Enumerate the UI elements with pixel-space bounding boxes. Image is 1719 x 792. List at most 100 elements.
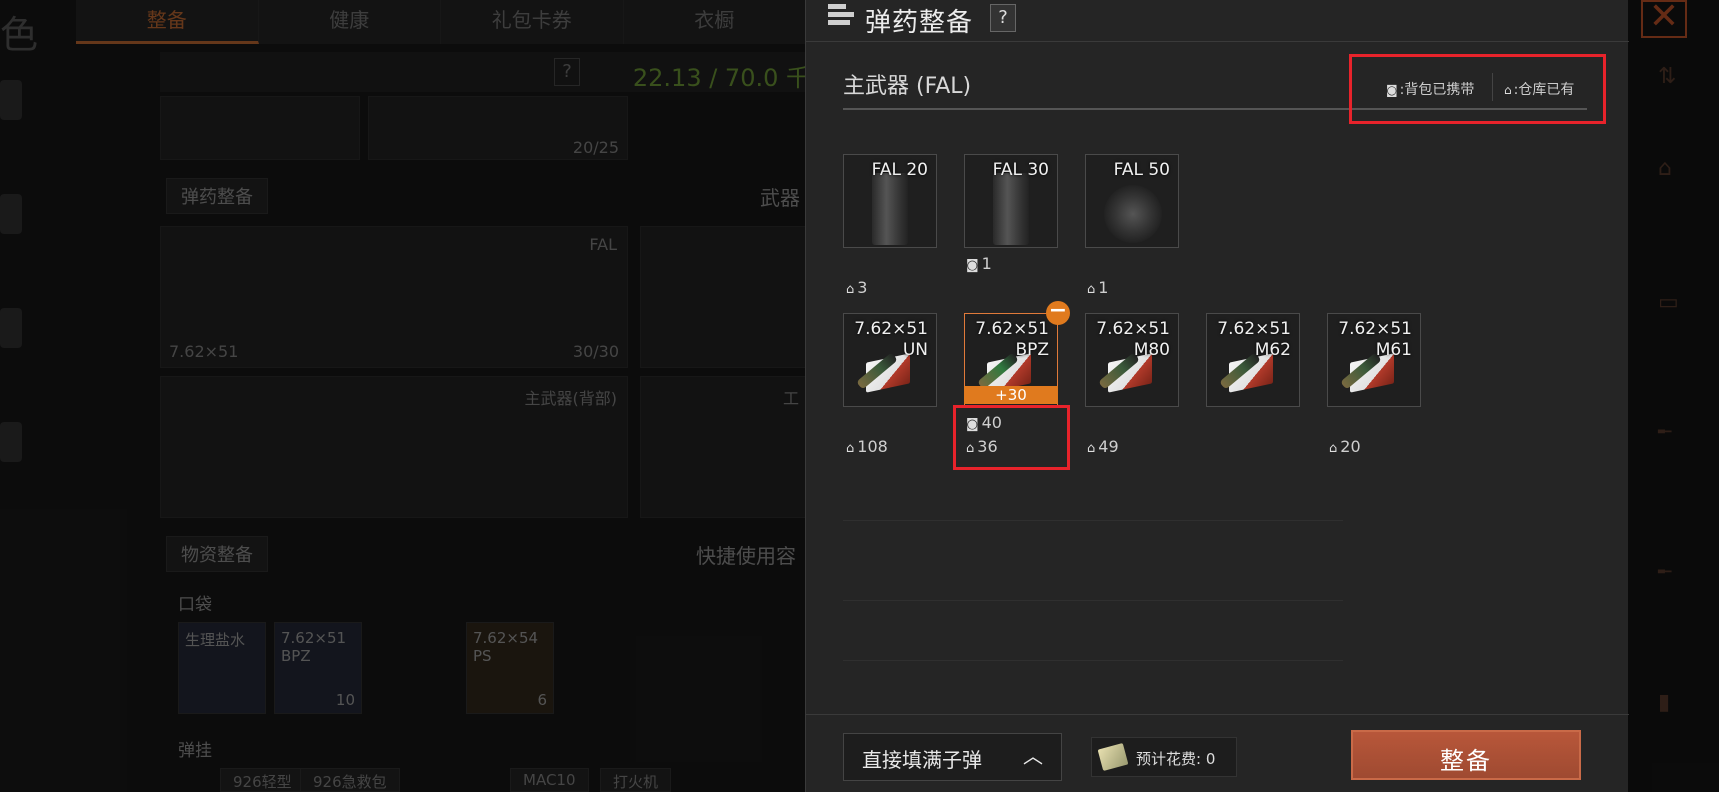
rifle-icon[interactable]: ╾ — [1658, 560, 1686, 585]
warehouse-count: ⌂ 108 — [846, 437, 888, 456]
card-caliber: 7.62×51 — [975, 319, 1049, 339]
legend-divider — [1492, 73, 1493, 101]
tab-wardrobe[interactable]: 衣橱 — [624, 0, 806, 44]
backpack-count: ◙ 1 — [966, 254, 992, 273]
item-count: 6 — [537, 691, 547, 709]
legend-warehouse-label: 仓库已有 — [1518, 82, 1575, 98]
rig-icon[interactable]: ▭ — [1658, 290, 1686, 315]
nav-icon[interactable] — [0, 194, 22, 234]
ammo-card-m61[interactable]: 7.62×51 M61 — [1327, 313, 1421, 407]
legend-highlight: ◙:背包已携带 ⌂:仓库已有 — [1349, 54, 1606, 124]
tab-loadout[interactable]: 整备 — [76, 0, 259, 44]
remove-button[interactable]: − — [1046, 300, 1070, 325]
item-name: 7.62×51 BPZ — [281, 629, 347, 665]
nav-icon[interactable] — [0, 308, 22, 348]
page-title: 色 — [0, 13, 39, 57]
bottom-tag[interactable]: 打火机 — [600, 768, 672, 792]
home-icon: ⌂ — [966, 441, 975, 456]
rifle-icon[interactable]: ╾ — [1658, 420, 1686, 445]
home-icon: ⌂ — [1087, 441, 1096, 456]
card-ammo-type: M62 — [1254, 340, 1291, 360]
equipment-slot[interactable] — [160, 96, 360, 160]
mag-card-fal20[interactable]: FAL 20 — [843, 154, 937, 248]
pocket-label: 口袋 — [178, 595, 212, 615]
bottom-tag[interactable]: 926急救包 — [300, 768, 400, 792]
primary-weapon-slot[interactable]: FAL 7.62×51 30/30 — [160, 226, 628, 368]
home-icon[interactable]: ⌂ — [1658, 156, 1686, 181]
ammo-stack-icon — [828, 4, 858, 32]
ammo-card-un[interactable]: 7.62×51 UN — [843, 313, 937, 407]
home-icon: ⌂ — [1329, 441, 1338, 456]
back-weapon-slot[interactable]: 主武器(背部) — [160, 376, 628, 518]
sort-icon[interactable]: ⇅ — [1658, 64, 1686, 89]
card-ammo-type: M61 — [1375, 340, 1412, 360]
divider — [843, 520, 1343, 521]
weapon-name: FAL — [589, 235, 617, 254]
warehouse-count: ⌂ 36 — [966, 437, 998, 456]
divider — [843, 600, 1343, 601]
pocket-item[interactable]: 7.62×51 BPZ 10 — [274, 622, 362, 714]
modal-title: 弹药整备 — [865, 8, 974, 38]
weapons-header: 武器 — [760, 186, 800, 210]
supply-loadout-button[interactable]: 物资整备 — [166, 536, 268, 572]
tab-health[interactable]: 健康 — [259, 0, 441, 44]
cash-icon — [1097, 743, 1129, 771]
backpack-icon: ◙ — [1386, 83, 1398, 97]
weight-bar: ? 22.13 / 70.0 千 — [160, 52, 810, 92]
card-ammo-type: BPZ — [1015, 340, 1049, 360]
card-caliber: 7.62×51 — [1217, 319, 1291, 339]
item-count: 10 — [335, 691, 355, 709]
card-ammo-type: UN — [902, 340, 928, 360]
tab-gifts[interactable]: 礼包卡券 — [441, 0, 624, 44]
nav-icon[interactable] — [0, 80, 22, 120]
pocket-item[interactable]: 生理盐水 — [178, 622, 266, 714]
bottom-tag[interactable]: MAC10 — [510, 768, 589, 792]
nav-icon[interactable] — [0, 422, 22, 462]
card-label: FAL 50 — [1113, 160, 1170, 180]
modal-header: 弹药整备 ? — [806, 0, 1629, 42]
slot-label: 工 — [782, 389, 799, 408]
pocket-item[interactable]: 7.62×54 PS 6 — [466, 622, 554, 714]
rig-label: 弹挂 — [178, 741, 212, 761]
magazine-image — [993, 173, 1029, 245]
magazine-image — [872, 173, 908, 245]
equip-button[interactable]: 整备 — [1351, 730, 1581, 780]
card-ammo-type: M80 — [1133, 340, 1170, 360]
item-name: 生理盐水 — [185, 631, 246, 649]
left-icon-rail — [0, 80, 30, 536]
card-caliber: 7.62×51 — [854, 319, 928, 339]
magazine-icon[interactable]: ▮ — [1658, 690, 1686, 715]
secondary-weapon-slot[interactable] — [640, 226, 810, 368]
home-icon: ⌂ — [1504, 83, 1512, 97]
bottom-tag[interactable]: 926轻型 — [220, 768, 305, 792]
backpack-icon: ◙ — [966, 258, 979, 273]
drum-magazine-image — [1104, 185, 1162, 243]
card-label: FAL 30 — [992, 160, 1049, 180]
close-button[interactable]: ✕ — [1641, 0, 1687, 38]
ammo-card-m80[interactable]: 7.62×51 M80 — [1085, 313, 1179, 407]
home-icon: ⌂ — [1087, 282, 1096, 297]
ammo-loadout-modal: 弹药整备 ? 主武器 (FAL) ◙:背包已携带 ⌂:仓库已有 FAL 20 ⌂… — [805, 0, 1629, 792]
ammo-card-m62[interactable]: 7.62×51 M62 — [1206, 313, 1300, 407]
tool-slot[interactable]: 工 — [640, 376, 810, 518]
help-button[interactable]: ? — [990, 4, 1016, 32]
tab-bar: 整备 健康 礼包卡券 衣橱 — [76, 0, 806, 44]
backpack-count: ◙ 40 — [966, 413, 1002, 432]
weapon-caliber: 7.62×51 — [169, 342, 239, 361]
mag-card-fal30[interactable]: FAL 30 — [964, 154, 1058, 248]
warehouse-count: ⌂ 20 — [1329, 437, 1361, 456]
card-caliber: 7.62×51 — [1096, 319, 1170, 339]
weight-help-button[interactable]: ? — [554, 58, 580, 86]
modal-footer: 直接填满子弹 ︿ 预计花费: 0 整备 — [806, 714, 1629, 792]
home-icon: ⌂ — [846, 282, 855, 297]
added-amount: +30 — [964, 386, 1058, 404]
mag-card-fal50[interactable]: FAL 50 — [1085, 154, 1179, 248]
ammo-loadout-button[interactable]: 弹药整备 — [166, 178, 268, 214]
legend-warehouse: ⌂:仓库已有 — [1504, 82, 1575, 98]
equipment-slot[interactable]: 20/25 — [368, 96, 628, 160]
item-name: 7.62×54 PS — [473, 629, 539, 665]
cost-label: 预计花费: 0 — [1136, 750, 1216, 768]
weight-readout: 22.13 / 70.0 千 — [632, 64, 810, 92]
warehouse-count: ⌂ 1 — [1087, 278, 1109, 297]
fill-ammo-dropdown[interactable]: 直接填满子弹 ︿ — [843, 733, 1062, 781]
